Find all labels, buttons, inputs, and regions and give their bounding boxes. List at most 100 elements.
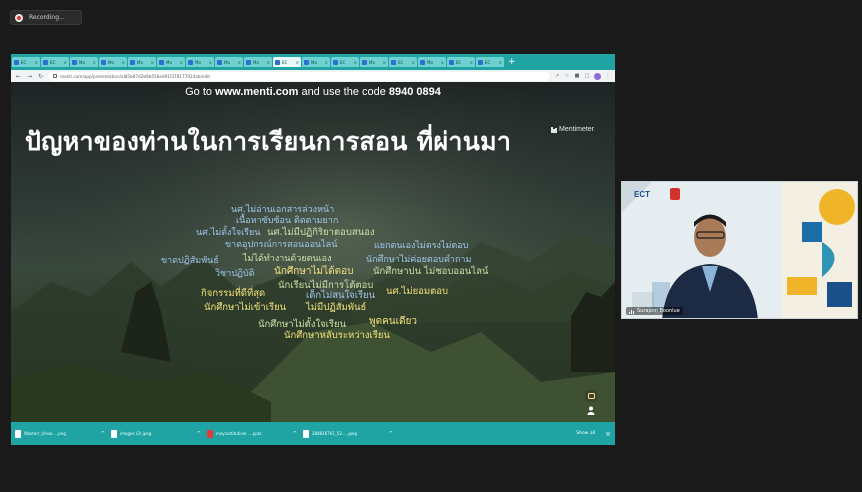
reload-icon[interactable]: ↻ (37, 73, 44, 80)
download-filename: maysuttitutivel.....pptx (216, 431, 262, 436)
sidebar-icon[interactable]: □ (584, 73, 590, 79)
browser-tab[interactable]: Mo × (360, 57, 388, 67)
word-cloud-entry: กิจกรรมที่ดีที่สุด (201, 288, 266, 299)
back-icon[interactable]: ← (15, 73, 22, 80)
tab-favicon-icon (130, 59, 135, 65)
browser-tab[interactable]: EC × (41, 57, 69, 67)
tab-close-icon[interactable]: × (325, 60, 328, 65)
tab-close-icon[interactable]: × (122, 60, 125, 65)
tab-label: Mo (166, 59, 172, 65)
recording-label: Recording... (29, 14, 65, 21)
participant-video[interactable]: ECT Surapon Boonlue (621, 181, 858, 319)
tab-favicon-icon (72, 59, 77, 65)
download-item[interactable]: maysuttitutivel.....pptx ^ (207, 427, 297, 441)
menu-icon[interactable]: ⋮ (605, 73, 611, 79)
tab-close-icon[interactable]: × (412, 60, 415, 65)
person-icon (587, 406, 595, 415)
tab-close-icon[interactable]: × (93, 60, 96, 65)
word-cloud-entry: ไม่ได้ทำงานด้วยตนเอง (243, 254, 332, 264)
tab-favicon-icon (188, 59, 193, 65)
mentimeter-slide: Go to www.menti.com and use the code 894… (11, 82, 615, 422)
file-icon (303, 429, 309, 438)
tab-label: Mo (369, 59, 375, 65)
tab-label: Mo (311, 59, 317, 65)
browser-tab[interactable]: EC × (476, 57, 504, 67)
address-bar[interactable]: menti.com/app/presentation/al85b87d2b9b5… (48, 71, 550, 81)
tab-close-icon[interactable]: × (209, 60, 212, 65)
tab-favicon-icon (449, 59, 454, 65)
join-instructions: Go to www.menti.com and use the code 894… (11, 86, 615, 98)
word-cloud-entry: นักศึกษาไม่ได้ตอบ (274, 266, 354, 277)
tab-close-icon[interactable]: × (354, 60, 357, 65)
tab-close-icon[interactable]: × (238, 60, 241, 65)
chat-icon (587, 392, 595, 399)
browser-toolbar: ← → ↻ menti.com/app/presentation/al85b87… (11, 70, 615, 82)
download-menu-icon[interactable]: ^ (197, 431, 201, 437)
close-downloads-icon[interactable]: × (605, 430, 611, 438)
browser-tab[interactable]: EC × (331, 57, 359, 67)
download-item[interactable]: Wasterr_Unsw.....png ^ (15, 427, 105, 441)
download-menu-icon[interactable]: ^ (293, 431, 297, 437)
forward-icon[interactable]: → (26, 73, 33, 80)
browser-tab[interactable]: Mo × (215, 57, 243, 67)
browser-tab[interactable]: Mo × (128, 57, 156, 67)
word-cloud-entry: พูดคนเดียว (369, 316, 417, 327)
browser-tab[interactable]: EC × (447, 57, 475, 67)
tab-close-icon[interactable]: × (470, 60, 473, 65)
tab-close-icon[interactable]: × (180, 60, 183, 65)
join-middle: and use the code (298, 86, 389, 98)
tab-close-icon[interactable]: × (151, 60, 154, 65)
file-icon (111, 429, 117, 438)
download-item[interactable]: 288816761_52.....jpeg ^ (303, 427, 393, 441)
browser-tab[interactable]: Mo × (302, 57, 330, 67)
downloads-bar: Wasterr_Unsw.....png ^ images (2).jpeg ^ may… (11, 422, 615, 445)
lock-icon (53, 74, 57, 78)
tab-close-icon[interactable]: × (296, 60, 299, 65)
video-background (622, 182, 857, 318)
word-cloud-entry: นักศึกษาบ่น ไม่ชอบออนไลน์ (373, 266, 489, 277)
show-all-downloads-link[interactable]: Show all (576, 431, 595, 436)
tab-close-icon[interactable]: × (64, 60, 67, 65)
mentimeter-brand: Mentimeter (551, 126, 594, 133)
browser-tab-bar: EC × EC × Mo × Mo × Mo × Mo × Mo × Mo × Mo × EC × Mo × EC × Mo × E… (11, 54, 615, 70)
slide-control-button[interactable] (585, 390, 597, 402)
participants-button[interactable] (585, 404, 597, 416)
tab-close-icon[interactable]: × (441, 60, 444, 65)
tab-close-icon[interactable]: × (499, 60, 502, 65)
tab-favicon-icon (420, 59, 425, 65)
browser-tab[interactable]: EC × (389, 57, 417, 67)
browser-tab[interactable]: EC × (12, 57, 40, 67)
tab-favicon-icon (101, 59, 106, 65)
browser-tab[interactable]: EC × (273, 57, 301, 67)
download-menu-icon[interactable]: ^ (389, 431, 393, 437)
word-cloud-entry: วิชาปฏิบัติ (215, 269, 255, 279)
browser-tab[interactable]: Mo × (157, 57, 185, 67)
tab-close-icon[interactable]: × (383, 60, 386, 65)
tab-favicon-icon (333, 59, 338, 65)
star-icon[interactable]: ☆ (564, 73, 570, 79)
profile-avatar[interactable] (594, 72, 601, 80)
recording-indicator[interactable]: Recording... (10, 10, 82, 25)
share-icon[interactable]: ↗ (554, 73, 560, 79)
slide-title: ปัญหาของท่านในการเรียนการสอน ที่ผ่านมา (25, 127, 512, 156)
tab-close-icon[interactable]: × (35, 60, 38, 65)
browser-tab[interactable]: Mo × (244, 57, 272, 67)
browser-tab[interactable]: Mo × (186, 57, 214, 67)
browser-tab[interactable]: Mo × (70, 57, 98, 67)
browser-tab[interactable]: Mo × (418, 57, 446, 67)
browser-tab[interactable]: Mo × (99, 57, 127, 67)
tab-label: Mo (108, 59, 114, 65)
participant-name: Surapon Boonlue (637, 308, 680, 314)
record-icon (15, 13, 23, 22)
tab-favicon-icon (43, 59, 48, 65)
extensions-icon[interactable]: ■ (574, 73, 580, 79)
participant-name-tag: Surapon Boonlue (626, 307, 683, 315)
shared-screen: EC × EC × Mo × Mo × Mo × Mo × Mo × Mo × Mo × EC × Mo × EC × Mo × E… (11, 54, 615, 445)
download-menu-icon[interactable]: ^ (101, 431, 105, 437)
download-item[interactable]: images (2).jpeg ^ (111, 427, 201, 441)
download-filename: Wasterr_Unsw.....png (24, 431, 66, 436)
tab-close-icon[interactable]: × (267, 60, 270, 65)
new-tab-button[interactable]: + (508, 57, 516, 67)
word-cloud-entry: นักศึกษาไม่เข้าเรียน (204, 302, 287, 313)
word-cloud-entry: นักศึกษาหลับระหว่างเรียน (284, 330, 390, 341)
